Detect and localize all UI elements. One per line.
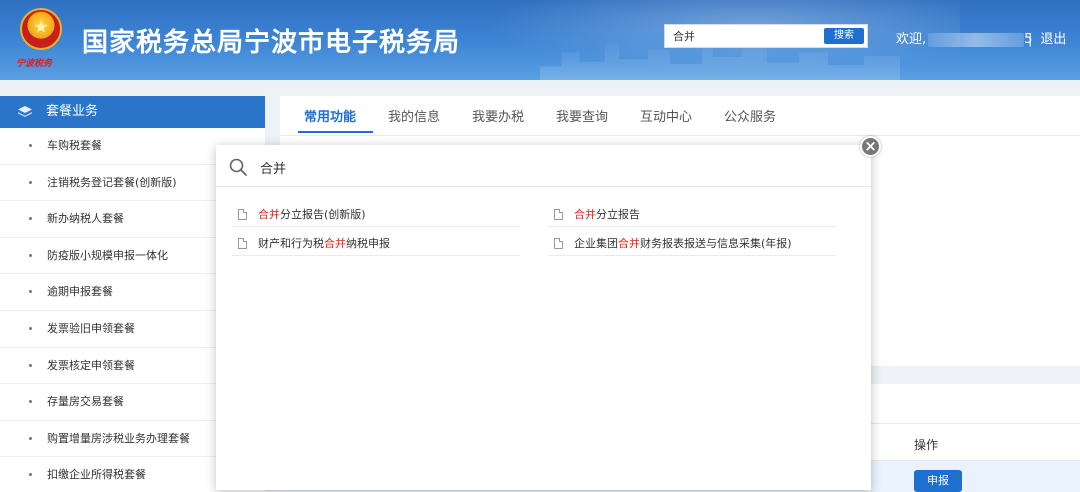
bullet-icon — [29, 180, 32, 184]
sidebar-item-label: 存量房交易套餐 — [47, 395, 124, 409]
tab-common-functions[interactable]: 常用功能 — [304, 106, 356, 125]
result-text: 企业集团合并财务报表报送与信息采集(年报) — [574, 234, 792, 254]
bullet-icon — [29, 144, 32, 147]
modal-search-input[interactable] — [260, 157, 780, 177]
sidebar-item-label: 购置增量房涉税业务办理套餐 — [47, 431, 190, 445]
header-search-box: 搜索 — [664, 24, 868, 48]
welcome-text: 欢迎, 5 — [896, 28, 1032, 47]
tab-query[interactable]: 我要查询 — [556, 106, 608, 125]
bullet-icon — [29, 363, 32, 367]
logout-link[interactable]: 退出 — [1040, 32, 1066, 47]
sidebar-item-label: 逾期申报套餐 — [47, 285, 113, 299]
document-icon — [554, 238, 563, 249]
operation-column-header: 操作 — [914, 438, 939, 452]
result-suffix: 纳税申报 — [346, 237, 390, 250]
search-icon — [229, 158, 247, 176]
result-prefix: 企业集团 — [574, 237, 618, 250]
tab-my-info[interactable]: 我的信息 — [388, 106, 440, 125]
search-result-item[interactable]: 合并分立报告 — [548, 205, 836, 227]
tab-interaction-center[interactable]: 互动中心 — [640, 106, 692, 125]
result-highlight: 合并 — [258, 208, 280, 221]
active-tab-indicator — [298, 131, 373, 133]
separator: | — [1028, 32, 1033, 47]
document-icon — [238, 209, 247, 220]
declare-button[interactable]: 申报 — [914, 470, 962, 492]
sidebar-title: 套餐业务 — [46, 104, 99, 119]
result-text: 合并分立报告(创新版) — [258, 205, 366, 225]
bullet-icon — [29, 400, 32, 404]
result-suffix: 分立报告 — [596, 208, 640, 221]
layers-icon — [18, 106, 32, 117]
sidebar-item-label: 注销税务登记套餐(创新版) — [47, 175, 177, 189]
search-result-item[interactable]: 合并分立报告(创新版) — [232, 205, 520, 227]
masked-username — [928, 32, 1025, 47]
bullet-icon — [29, 436, 32, 440]
result-text: 财产和行为税合并纳税申报 — [258, 234, 390, 254]
welcome-label: 欢迎, — [896, 32, 927, 47]
header-search-input[interactable] — [665, 25, 821, 47]
sidebar-item-label: 发票核定申领套餐 — [47, 358, 135, 372]
modal-close-button[interactable]: × — [860, 136, 881, 157]
bullet-icon — [29, 217, 32, 221]
seal-text: 宁波税务 — [16, 59, 53, 69]
close-icon: × — [864, 137, 877, 155]
bullet-icon — [29, 253, 32, 257]
logout-area: | 退出 — [1028, 28, 1066, 47]
bullet-icon — [29, 473, 32, 477]
header-search-button[interactable]: 搜索 — [824, 28, 864, 44]
site-header: 宁波税务 国家税务总局宁波市电子税务局 搜索 欢迎,5 | 退出 — [0, 0, 1080, 80]
sidebar-item-label: 新办纳税人套餐 — [47, 212, 124, 226]
tab-file-taxes[interactable]: 我要办税 — [472, 106, 524, 125]
sidebar-item-label: 防疫版小规模申报一体化 — [47, 248, 168, 262]
result-text: 合并分立报告 — [574, 205, 640, 225]
tab-public-services[interactable]: 公众服务 — [724, 106, 776, 125]
result-suffix: 分立报告(创新版) — [280, 208, 366, 221]
document-icon — [554, 209, 563, 220]
tab-bar: 常用功能 我的信息 我要办税 我要查询 互动中心 公众服务 — [280, 96, 1080, 136]
result-highlight: 合并 — [324, 237, 346, 250]
bullet-icon — [29, 290, 32, 294]
tax-emblem-logo[interactable]: 宁波税务 — [16, 8, 66, 69]
sidebar-item-label: 车购税套餐 — [47, 139, 102, 152]
sidebar-header[interactable]: 套餐业务 — [0, 96, 265, 128]
modal-search-row — [216, 145, 871, 187]
emblem-icon — [20, 8, 62, 50]
bullet-icon — [29, 326, 32, 330]
result-highlight: 合并 — [618, 237, 640, 250]
search-results-modal: 合并分立报告(创新版) 合并分立报告 财产和行为税合并纳税申报 企业集团合并财务… — [216, 145, 871, 490]
sidebar-item-label: 扣缴企业所得税套餐 — [47, 468, 146, 482]
result-suffix: 财务报表报送与信息采集(年报) — [640, 237, 792, 250]
sidebar-item-label: 发票验旧申领套餐 — [47, 321, 135, 335]
result-prefix: 财产和行为税 — [258, 237, 324, 250]
site-title: 国家税务总局宁波市电子税务局 — [82, 28, 461, 58]
result-highlight: 合并 — [574, 208, 596, 221]
search-result-item[interactable]: 财产和行为税合并纳税申报 — [232, 234, 520, 256]
search-result-item[interactable]: 企业集团合并财务报表报送与信息采集(年报) — [548, 234, 836, 256]
document-icon — [238, 238, 247, 249]
